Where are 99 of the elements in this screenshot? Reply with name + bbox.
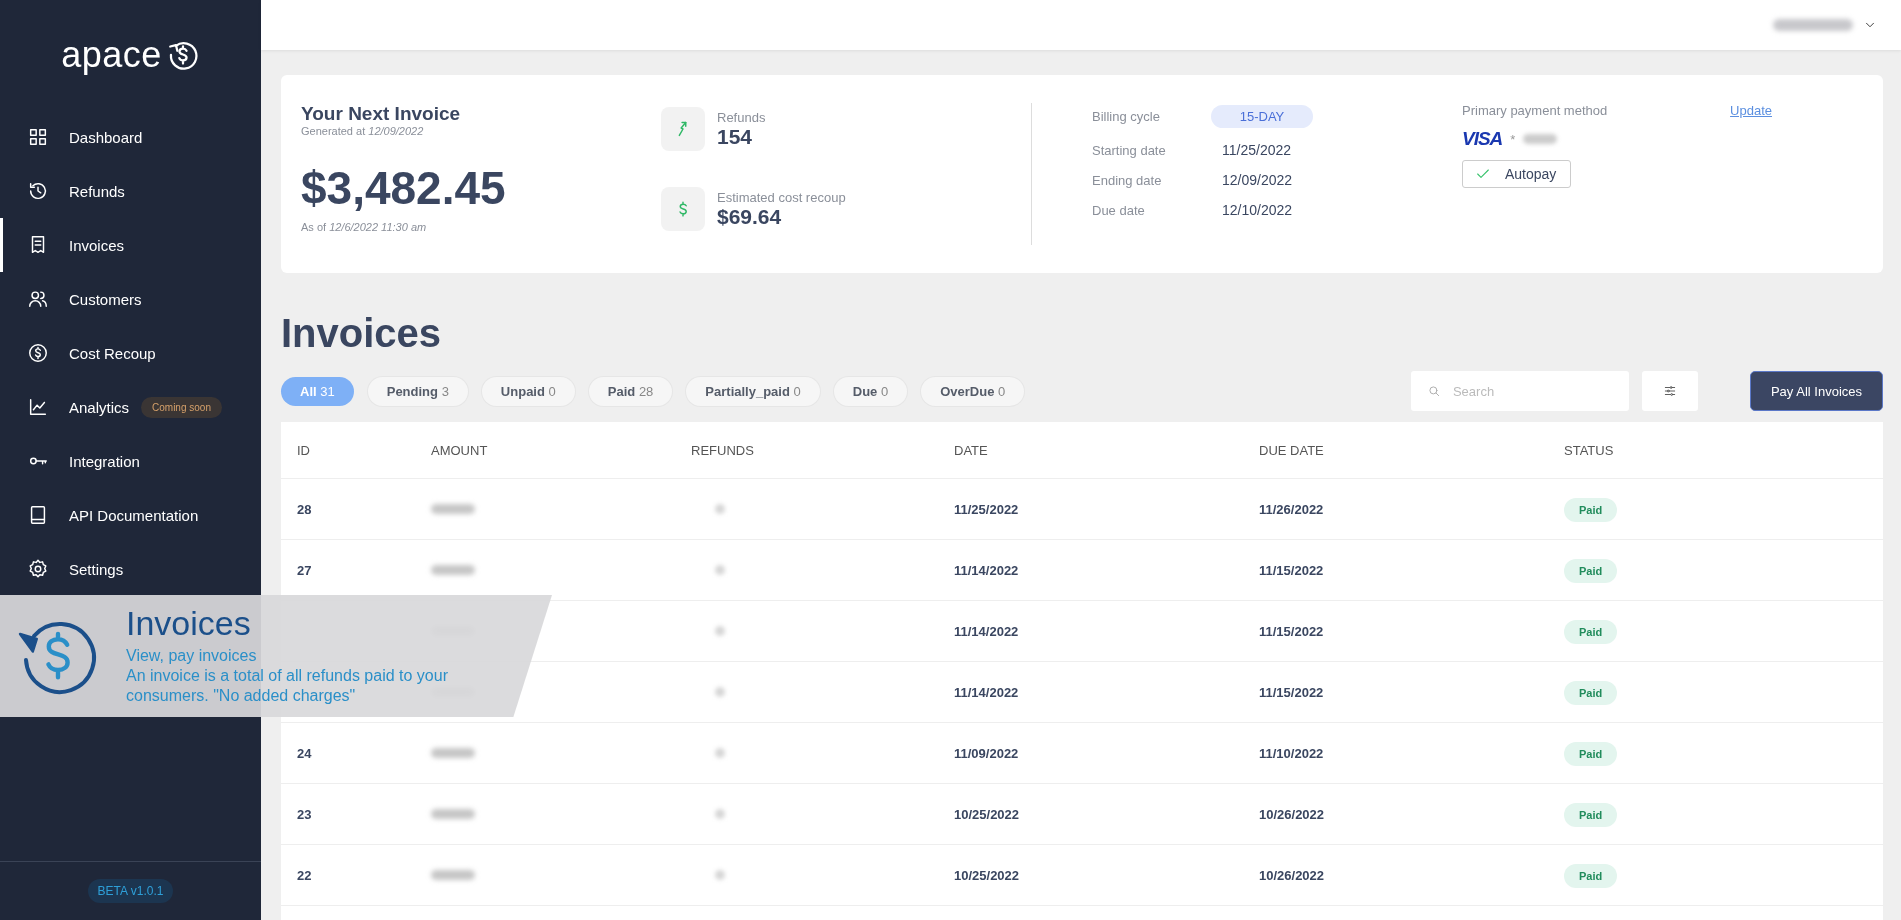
table-cell-text: 23 (297, 806, 313, 822)
filter-settings-button[interactable] (1641, 371, 1698, 411)
billing-value: 12/09/2022 (1222, 172, 1294, 188)
redacted-refund-count (715, 503, 725, 514)
table-cell-text: 11/15/2022 (1259, 623, 1325, 639)
billing-label: Due date (1092, 202, 1146, 218)
redacted-amount (431, 747, 475, 758)
card-title: Your Next Invoice (301, 103, 462, 125)
redacted-refund-count (715, 686, 725, 697)
redacted-amount (431, 808, 475, 819)
billing-value: 12/10/2022 (1222, 202, 1294, 218)
redacted-refund-count (715, 564, 725, 575)
billing-value: 11/25/2022 (1222, 142, 1293, 158)
billing-label: Ending date (1092, 172, 1163, 188)
grid-icon (27, 126, 49, 148)
status-badge: Paid (1564, 741, 1618, 766)
status-badge: Paid (1564, 802, 1618, 827)
table-cell-text: 11/14/2022 (954, 562, 1020, 578)
status-badge: Paid (1564, 680, 1618, 705)
payment-method-label: Primary payment method (1462, 103, 1608, 118)
filter-tab[interactable]: OverDue 0 (921, 376, 1025, 406)
billing-label: Starting date (1092, 142, 1167, 158)
stat-label: Estimated cost recoup (717, 189, 846, 205)
table-cell-text: 10/25/2022 (954, 867, 1021, 883)
users-icon (27, 288, 49, 310)
table-cell-text: 11/10/2022 (1259, 745, 1325, 761)
table-cell-text: 24 (297, 745, 313, 761)
history-icon (27, 180, 49, 202)
banner-subtitle: View, pay invoices (126, 646, 258, 666)
table-cell-text: 10/26/2022 (1259, 806, 1326, 822)
search-field[interactable]: Search (1410, 371, 1629, 411)
redacted-refund-count (715, 625, 725, 636)
status-badge: Paid (1564, 619, 1618, 644)
table-cell-text: 11/15/2022 (1259, 562, 1325, 578)
sidebar-item[interactable]: Invoices (0, 218, 261, 272)
generated-date: Generated at 12/09/2022 (301, 125, 425, 137)
sliders-icon (1662, 384, 1677, 398)
table-cell-text: 10/25/2022 (954, 806, 1021, 822)
sidebar-item[interactable]: Settings (0, 542, 261, 596)
filter-tab[interactable]: Pending 3 (367, 376, 468, 406)
billing-label: Billing cycle (1092, 109, 1161, 124)
sidebar-item[interactable]: API Documentation (0, 488, 261, 542)
table-cell-text: 11/25/2022 (954, 501, 1020, 517)
autopay-button[interactable]: Autopay (1462, 160, 1572, 188)
column-header: DUE DATE (1259, 442, 1325, 458)
redacted-refund-count (715, 808, 725, 819)
table-cell-text: 11/15/2022 (1259, 684, 1325, 700)
filter-tab[interactable]: Due 0 (833, 376, 908, 406)
table-cell-text: 10/26/2022 (1259, 867, 1326, 883)
card-number-mask: * (1510, 131, 1516, 147)
table-cell-text: 11/14/2022 (954, 684, 1020, 700)
invoice-amount: $3,482.45 (301, 161, 507, 215)
logo-text: apace (61, 34, 162, 76)
table-cell-text: 11/26/2022 (1259, 501, 1325, 517)
column-header: STATUS (1564, 442, 1615, 458)
banner-title: Invoices (126, 606, 252, 640)
column-header: REFUNDS (691, 442, 755, 458)
redacted-card-digits (1523, 134, 1558, 144)
status-badge: Paid (1564, 497, 1618, 522)
page-heading: Invoices (281, 311, 443, 356)
search-icon (1426, 384, 1441, 398)
filter-tab[interactable]: Unpaid 0 (481, 376, 575, 406)
table-cell-text: 27 (297, 562, 313, 578)
status-badge: Paid (1564, 558, 1618, 583)
settings-icon (27, 558, 49, 580)
line-chart-icon (27, 396, 49, 418)
sidebar-item[interactable]: Cost Recoup (0, 326, 261, 380)
column-header: ID (297, 442, 311, 458)
sidebar-item[interactable]: Analytics Coming soon (0, 380, 261, 434)
card-brand-logo: VISA (1462, 128, 1503, 150)
sidebar-item[interactable]: Dashboard (0, 110, 261, 164)
banner-description: An invoice is a total of all refunds paid to your consumers. "No added charges" (126, 666, 449, 706)
table-cell-text: 28 (297, 501, 313, 517)
sidebar-item[interactable]: Integration (0, 434, 261, 488)
billing-cycle-badge: 15-DAY (1211, 105, 1313, 128)
table-cell-text: 11/14/2022 (954, 623, 1020, 639)
redacted-amount (431, 869, 475, 880)
stat-value: 154 (717, 124, 754, 149)
column-header: DATE (954, 442, 989, 458)
redacted-amount (431, 503, 475, 514)
column-header: AMOUNT (431, 442, 489, 458)
table-cell-text: 11/09/2022 (954, 745, 1020, 761)
pay-all-button[interactable]: Pay All Invoices (1749, 371, 1883, 411)
redacted-refund-count (715, 869, 725, 880)
sidebar-item[interactable]: Customers (0, 272, 261, 326)
filter-tab[interactable]: Paid 28 (588, 376, 673, 406)
dollar-icon (661, 187, 705, 231)
table-cell-text: 22 (297, 867, 313, 883)
sidebar-item[interactable]: Refunds (0, 164, 261, 218)
redacted-amount (431, 564, 475, 575)
version-badge: BETA v1.0.1 (87, 879, 174, 903)
stat-label: Refunds (717, 109, 766, 125)
coming-soon-badge: Coming soon (141, 396, 222, 418)
as-of-date: As of 12/6/2022 11:30 am (301, 221, 428, 233)
dollar-circle-icon (27, 342, 49, 364)
status-badge: Paid (1564, 863, 1618, 888)
filter-tab[interactable]: Partially_paid 0 (686, 376, 820, 406)
redacted-refund-count (715, 747, 725, 758)
stat-value: $69.64 (717, 204, 783, 229)
